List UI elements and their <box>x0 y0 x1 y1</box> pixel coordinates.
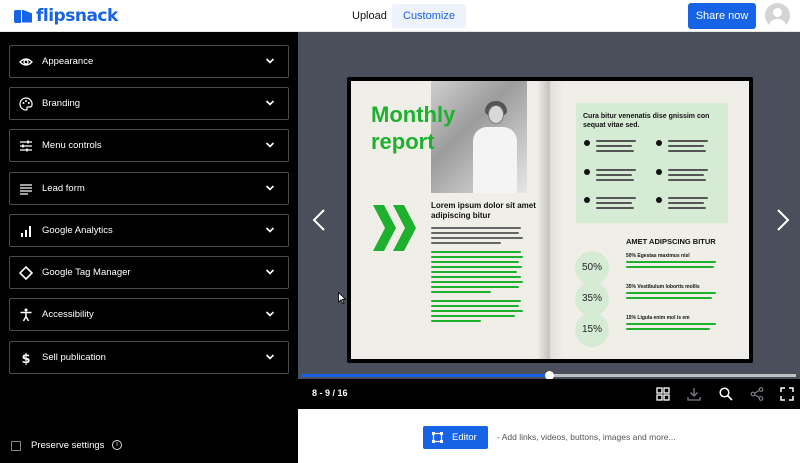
sidebar-item-appearance[interactable]: Appearance <box>9 45 289 78</box>
settings-sidebar: Appearance Branding Menu controls Lead f… <box>0 32 298 463</box>
sidebar-item-menu-controls[interactable]: Menu controls <box>9 129 289 162</box>
chevron-down-icon <box>265 142 275 148</box>
stat-label: 15% Ligula enim mol is em <box>626 315 690 321</box>
sidebar-item-google-tag-manager[interactable]: Google Tag Manager <box>9 256 289 289</box>
editor-frame-icon <box>432 432 443 443</box>
logo[interactable]: flipsnack <box>14 6 118 26</box>
book-gutter-shadow <box>537 81 563 359</box>
viewer-controls: 8 - 9 / 16 <box>298 379 800 409</box>
accessibility-icon <box>20 308 32 322</box>
chevron-down-icon <box>265 185 275 191</box>
sidebar-item-accessibility[interactable]: Accessibility <box>9 298 289 331</box>
editor-hint-text: - Add links, videos, buttons, images and… <box>497 432 676 442</box>
grid-view-icon[interactable] <box>656 387 670 401</box>
sidebar-item-label: Menu controls <box>42 140 102 151</box>
flipbook-spread[interactable]: Monthly report Lorem ipsum dolor sit ame… <box>347 77 753 363</box>
sidebar-item-label: Google Tag Manager <box>42 267 131 278</box>
search-icon[interactable] <box>719 387 733 401</box>
info-icon[interactable]: i <box>112 440 122 450</box>
chevron-down-icon <box>265 354 275 360</box>
sidebar-item-label: Sell publication <box>42 352 106 363</box>
stat-label: 50% Egestas maximus nisl <box>626 253 690 259</box>
left-page: Monthly report Lorem ipsum dolor sit ame… <box>351 81 550 359</box>
sidebar-item-label: Accessibility <box>42 309 94 320</box>
user-body-icon <box>769 19 786 28</box>
download-icon[interactable] <box>687 387 701 401</box>
bottom-bar: Editor - Add links, videos, buttons, ima… <box>298 409 800 463</box>
left-page-heading: Lorem ipsum dolor sit amet adipiscing bi… <box>431 201 536 220</box>
stat-circle: 35% <box>575 282 609 316</box>
chevron-down-icon <box>265 269 275 275</box>
chevron-down-icon <box>265 100 275 106</box>
stat-circle: 50% <box>575 251 609 285</box>
sidebar-item-label: Branding <box>42 98 81 109</box>
svg-text:$: $ <box>21 352 30 365</box>
nav-upload[interactable]: Upload <box>340 4 399 28</box>
highlight-box-heading: Cura bitur venenatis dise gnissim con se… <box>583 113 710 129</box>
sidebar-item-google-analytics[interactable]: Google Analytics <box>9 214 289 247</box>
sidebar-item-sell-publication[interactable]: $ Sell publication <box>9 341 289 374</box>
diamond-tag-icon <box>19 266 33 280</box>
next-page-arrow-icon[interactable] <box>776 208 790 232</box>
chevron-down-icon <box>265 227 275 233</box>
logo-text: flipsnack <box>36 6 118 26</box>
sidebar-item-label: Appearance <box>42 56 94 67</box>
eye-icon <box>19 58 33 66</box>
user-head-icon <box>773 8 782 17</box>
list-form-icon <box>20 184 32 195</box>
dollar-icon: $ <box>21 352 30 365</box>
editor-button[interactable]: Editor <box>423 426 488 449</box>
mouse-cursor-icon <box>338 292 346 304</box>
share-now-button[interactable]: Share now <box>688 3 756 29</box>
previous-page-arrow-icon[interactable] <box>312 208 326 232</box>
bar-chart-icon <box>21 226 31 237</box>
fullscreen-icon[interactable] <box>780 387 794 401</box>
sliders-icon <box>20 140 32 152</box>
palette-icon <box>19 97 33 111</box>
stat-circle: 15% <box>575 313 609 347</box>
top-bar: flipsnack Upload Customize Share now <box>0 0 800 32</box>
double-chevron-graphic-icon <box>373 205 416 251</box>
right-page: Cura bitur venenatis dise gnissim con se… <box>550 81 749 359</box>
right-section-heading: AMET ADIPSCING BITUR <box>626 237 716 246</box>
report-title: Monthly report <box>371 102 456 154</box>
sidebar-item-branding[interactable]: Branding <box>9 87 289 120</box>
progress-fill <box>302 374 549 377</box>
share-icon[interactable] <box>750 387 764 401</box>
sidebar-item-label: Lead form <box>42 183 85 194</box>
stat-label: 35% Vestibulum lobortis mollis <box>626 284 700 290</box>
sidebar-item-label: Google Analytics <box>42 225 113 236</box>
editor-button-label: Editor <box>452 432 477 443</box>
sidebar-item-lead-form[interactable]: Lead form <box>9 172 289 205</box>
flipsnack-logo-icon <box>14 9 32 24</box>
avatar[interactable] <box>765 3 790 28</box>
nav-customize[interactable]: Customize <box>392 4 466 28</box>
preserve-settings-checkbox[interactable] <box>11 441 21 451</box>
page-indicator: 8 - 9 / 16 <box>312 388 348 398</box>
chevron-down-icon <box>265 58 275 64</box>
preserve-settings-label: Preserve settings <box>31 440 105 451</box>
chevron-down-icon <box>265 311 275 317</box>
flipbook-viewer: Monthly report Lorem ipsum dolor sit ame… <box>298 32 800 409</box>
